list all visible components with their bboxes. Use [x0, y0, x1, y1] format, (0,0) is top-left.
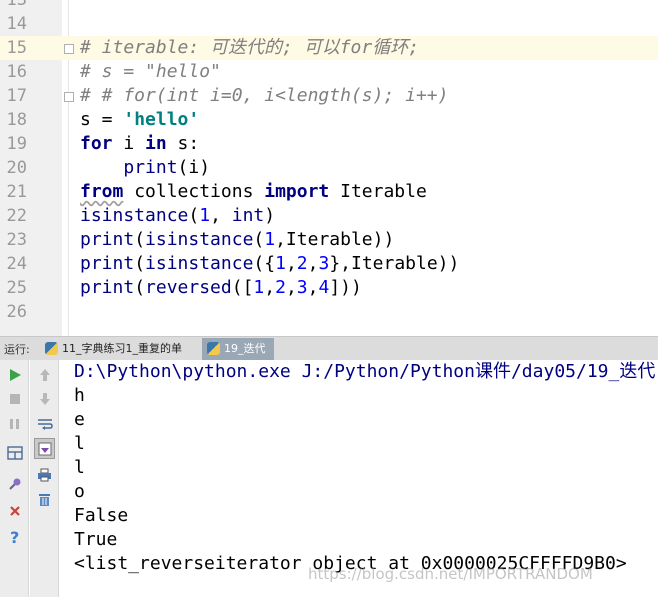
tab-label: 19_迭代 — [224, 342, 266, 355]
pause-icon — [9, 418, 19, 429]
arrow-down-icon — [39, 392, 50, 405]
soft-wrap-button[interactable] — [34, 413, 55, 434]
console-output-line: True — [74, 529, 118, 550]
console-output-line: l — [74, 457, 85, 478]
line-number: 17 — [6, 86, 27, 106]
run-tab-bar: 运行: 11_字典练习1_重复的单词 19_迭代 — [0, 336, 658, 377]
svg-text:?: ? — [10, 529, 19, 545]
line-number: 23 — [6, 230, 27, 250]
stop-icon — [9, 393, 20, 404]
line-number: 26 — [6, 302, 27, 322]
print-button[interactable] — [34, 464, 55, 485]
code-line[interactable]: 16 # s = "hello" — [0, 60, 658, 84]
code-text[interactable]: from collections import Iterable — [80, 180, 427, 204]
console-output-line: l — [74, 433, 85, 454]
tab-run-config-11[interactable]: 11_字典练习1_重复的单词 — [40, 338, 200, 377]
code-line[interactable]: 20 print(i) — [0, 156, 658, 180]
console-output[interactable]: D:\Python\python.exe J:/Python/Python课件/… — [60, 360, 658, 597]
scroll-to-end-icon — [38, 442, 51, 455]
line-number: 24 — [6, 254, 27, 274]
python-icon — [207, 342, 220, 355]
play-icon — [9, 368, 21, 381]
line-number: 21 — [6, 182, 27, 202]
code-line[interactable]: 19 for i in s: — [0, 132, 658, 156]
stop-button[interactable] — [4, 388, 25, 409]
line-number: 13 — [6, 0, 27, 10]
code-line[interactable]: 15 # iterable: 可迭代的; 可以for循环; — [0, 36, 658, 60]
code-text[interactable]: isinstance(1, int) — [80, 204, 275, 228]
run-toolbar-primary: ? — [0, 360, 29, 597]
code-line[interactable]: 13 — [0, 0, 658, 12]
fold-marker[interactable] — [64, 92, 74, 102]
code-text[interactable]: s = 'hello' — [80, 108, 199, 132]
code-editor[interactable]: 13 14 15 # iterable: 可迭代的; 可以for循环; 16 # s = … — [0, 0, 658, 336]
code-text[interactable]: print(i) — [80, 156, 210, 180]
close-button[interactable] — [4, 500, 25, 521]
console-output-line: False — [74, 505, 129, 526]
console-output-line: o — [74, 481, 85, 502]
scroll-to-end-button[interactable] — [34, 438, 55, 459]
code-line[interactable]: 24 print(isinstance({1,2,3},Iterable)) — [0, 252, 658, 276]
pin-icon — [8, 478, 20, 490]
code-text[interactable]: # # for(int i=0, i<length(s); i++) — [80, 84, 448, 108]
scroll-up-button[interactable] — [34, 364, 55, 385]
line-number: 14 — [6, 14, 27, 34]
code-line[interactable]: 14 — [0, 12, 658, 36]
line-number: 18 — [6, 110, 27, 130]
code-line[interactable]: 26 — [0, 300, 658, 324]
fold-marker[interactable] — [64, 44, 74, 54]
line-number: 15 — [6, 38, 27, 58]
line-number: 20 — [6, 158, 27, 178]
line-number: 22 — [6, 206, 27, 226]
tab-run-config-19[interactable]: 19_迭代 — [202, 338, 274, 360]
pause-button[interactable] — [4, 413, 25, 434]
code-text[interactable]: # iterable: 可迭代的; 可以for循环; — [80, 36, 419, 60]
code-line[interactable]: 25 print(reversed([1,2,3,4])) — [0, 276, 658, 300]
python-icon — [45, 342, 58, 355]
layout-icon — [6, 445, 23, 460]
restore-layout-button[interactable] — [4, 442, 25, 463]
line-number: 16 — [6, 62, 27, 82]
wrap-icon — [37, 418, 53, 430]
clear-all-button[interactable] — [34, 489, 55, 510]
code-line[interactable]: 17 # # for(int i=0, i<length(s); i++) — [0, 84, 658, 108]
printer-icon — [38, 468, 51, 481]
code-line[interactable]: 23 print(isinstance(1,Iterable)) — [0, 228, 658, 252]
close-icon — [9, 505, 20, 516]
trash-icon — [39, 494, 50, 506]
run-toolbar-secondary — [30, 360, 59, 597]
code-text[interactable]: # s = "hello" — [80, 60, 221, 84]
pin-tab-button[interactable] — [4, 473, 25, 494]
run-label: 运行: — [4, 343, 30, 356]
rerun-button[interactable] — [4, 364, 25, 385]
line-number: 19 — [6, 134, 27, 154]
console-command-line: D:\Python\python.exe J:/Python/Python课件/… — [74, 361, 656, 382]
code-line[interactable]: 18 s = 'hello' — [0, 108, 658, 132]
code-line[interactable]: 22 isinstance(1, int) — [0, 204, 658, 228]
code-text[interactable]: print(isinstance(1,Iterable)) — [80, 228, 394, 252]
line-number: 25 — [6, 278, 27, 298]
console-output-line: e — [74, 409, 85, 430]
scroll-down-button[interactable] — [34, 388, 55, 409]
code-text[interactable]: for i in s: — [80, 132, 199, 156]
console-output-line: h — [74, 385, 85, 406]
watermark: https://blog.csdn.net/IMPORTRANDOM — [308, 565, 593, 583]
code-text[interactable]: print(reversed([1,2,3,4])) — [80, 276, 362, 300]
arrow-up-icon — [39, 368, 50, 381]
help-button[interactable]: ? — [4, 526, 25, 547]
code-line[interactable]: 21 from collections import Iterable — [0, 180, 658, 204]
help-icon: ? — [10, 529, 19, 545]
code-text[interactable]: print(isinstance({1,2,3},Iterable)) — [80, 252, 459, 276]
